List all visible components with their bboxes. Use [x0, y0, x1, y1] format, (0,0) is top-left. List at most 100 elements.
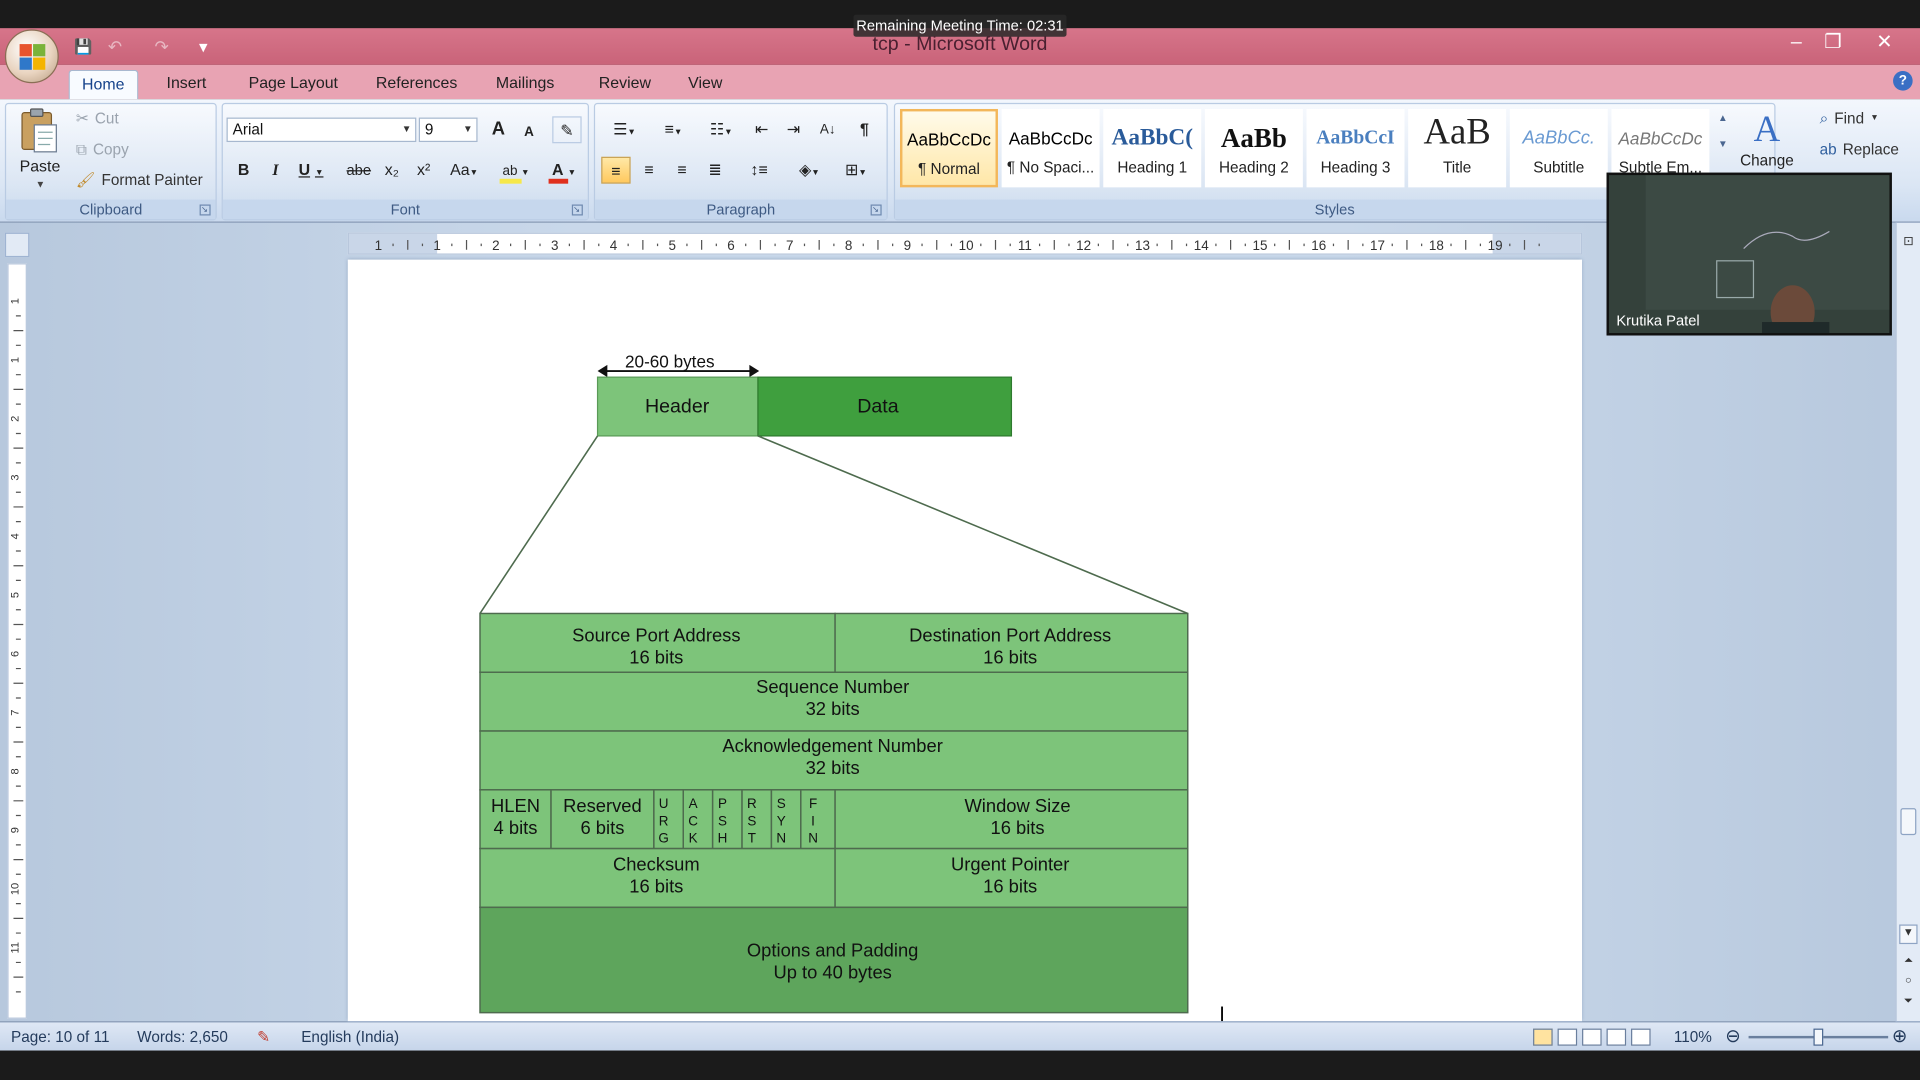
- shrink-font-button[interactable]: A: [516, 119, 543, 146]
- scroll-thumb[interactable]: [1900, 808, 1917, 836]
- tab-insert[interactable]: Insert: [154, 70, 218, 99]
- subscript-button[interactable]: x₂: [377, 157, 406, 184]
- proofing-icon[interactable]: ✎: [257, 1022, 270, 1051]
- ruler-tick-label: 9: [904, 238, 911, 253]
- full-screen-reading-icon[interactable]: [1557, 1028, 1578, 1046]
- flag-fin-letter: F: [809, 796, 817, 811]
- participant-video[interactable]: Krutika Patel: [1606, 172, 1892, 336]
- scroll-down-icon[interactable]: ▼: [1899, 924, 1918, 945]
- previous-page-icon[interactable]: ⏶: [1899, 954, 1917, 971]
- tab-references[interactable]: References: [364, 70, 470, 99]
- style-heading-1[interactable]: AaBbC( Heading 1: [1103, 108, 1202, 188]
- multilevel-list-button[interactable]: ☷▼: [700, 116, 742, 143]
- style-heading-2[interactable]: AaBb Heading 2: [1204, 108, 1303, 188]
- web-layout-icon[interactable]: [1582, 1028, 1602, 1046]
- word-count[interactable]: Words: 2,650: [137, 1022, 228, 1051]
- align-center-button[interactable]: ≡: [634, 157, 663, 184]
- close-button[interactable]: ✕: [1864, 29, 1906, 56]
- participant-name: Krutika Patel: [1616, 312, 1700, 330]
- options-name: Options and Padding: [747, 939, 918, 960]
- style-sample: AaBbCcI: [1316, 127, 1395, 149]
- tab-page-layout[interactable]: Page Layout: [236, 70, 350, 99]
- style-heading-3[interactable]: AaBbCcI Heading 3: [1306, 108, 1405, 188]
- view-ruler-icon[interactable]: ⊡: [1899, 235, 1917, 252]
- styles-scroll-down-icon[interactable]: ▼: [1714, 138, 1731, 160]
- paint-bucket-icon: ◈: [799, 160, 812, 179]
- shading-button[interactable]: ◈▼: [789, 157, 831, 184]
- restore-button[interactable]: ❐: [1812, 29, 1854, 56]
- bold-button[interactable]: B: [230, 157, 257, 184]
- ruler-tick-label: 16: [1311, 238, 1326, 253]
- draft-icon[interactable]: [1631, 1028, 1651, 1046]
- zoom-out-icon[interactable]: ⊖: [1725, 1022, 1740, 1051]
- paragraph-launcher-icon[interactable]: ↘: [870, 204, 882, 216]
- next-page-icon[interactable]: ⏷: [1899, 994, 1917, 1011]
- binoculars-icon: ⌕: [1819, 110, 1829, 128]
- change-styles-button[interactable]: A Change: [1736, 108, 1797, 181]
- tab-selector-icon[interactable]: [4, 232, 30, 258]
- show-formatting-button[interactable]: ¶: [850, 116, 879, 143]
- select-browse-object-icon[interactable]: ○: [1899, 973, 1917, 990]
- superscript-button[interactable]: x²: [409, 157, 438, 184]
- vertical-ruler[interactable]: 11234567891011: [7, 263, 27, 1019]
- tab-view[interactable]: View: [676, 70, 735, 99]
- style-sample: AaBbCcDc: [907, 129, 991, 150]
- document-page[interactable]: 20-60 bytes Header Data Source Port Addr…: [347, 259, 1583, 1022]
- style-normal[interactable]: AaBbCcDc ¶ Normal: [900, 108, 998, 188]
- font-color-button[interactable]: A ▼: [541, 157, 583, 184]
- underline-button[interactable]: U ▼: [294, 157, 328, 184]
- line-spacing-button[interactable]: ↕≡: [738, 157, 780, 184]
- replace-button[interactable]: ab Replace: [1820, 137, 1899, 161]
- paste-icon[interactable]: [20, 108, 59, 155]
- zoom-slider-thumb[interactable]: [1813, 1028, 1824, 1046]
- style-no-spacing[interactable]: AaBbCcDc ¶ No Spaci...: [1001, 108, 1100, 188]
- style-subtitle[interactable]: AaBbCc. Subtitle: [1509, 108, 1608, 188]
- clear-formatting-button[interactable]: ✎: [552, 116, 582, 144]
- increase-indent-button[interactable]: ⇥: [779, 116, 808, 143]
- italic-button[interactable]: I: [262, 157, 289, 184]
- zoom-in-icon[interactable]: ⊕: [1892, 1022, 1907, 1051]
- strikethrough-button[interactable]: abe: [343, 157, 375, 184]
- cut-button[interactable]: ✂ Cut: [76, 107, 119, 131]
- print-layout-icon[interactable]: [1533, 1028, 1553, 1046]
- clipboard-launcher-icon[interactable]: ↘: [199, 204, 211, 216]
- office-button[interactable]: [4, 29, 59, 84]
- align-left-button[interactable]: ≡: [601, 156, 631, 184]
- minimize-button[interactable]: –: [1776, 29, 1818, 56]
- decrease-indent-button[interactable]: ⇤: [747, 116, 776, 143]
- outline-icon[interactable]: [1606, 1028, 1627, 1046]
- paste-button[interactable]: Paste: [20, 157, 61, 175]
- font-name-combo[interactable]: Arial ▼: [226, 117, 417, 143]
- tab-home[interactable]: Home: [68, 69, 138, 100]
- ack-bits: 32 bits: [806, 757, 860, 778]
- chevron-down-icon: ▼: [462, 123, 473, 135]
- tab-review[interactable]: Review: [587, 70, 664, 99]
- numbering-button[interactable]: ≡▼: [651, 116, 695, 143]
- copy-button[interactable]: ⧉ Copy: [76, 137, 129, 161]
- vertical-scrollbar[interactable]: ▼ ⏶ ○ ⏷ ⊡: [1895, 222, 1920, 1022]
- ruler-tick-label: 1: [433, 238, 440, 253]
- help-icon[interactable]: ?: [1893, 71, 1913, 91]
- find-button[interactable]: ⌕ Find ▼: [1820, 107, 1879, 131]
- sort-button[interactable]: A↓: [813, 116, 842, 143]
- highlight-button[interactable]: ab ▼: [492, 157, 536, 184]
- style-title[interactable]: AaB Title: [1408, 108, 1507, 188]
- align-right-button[interactable]: ≡: [667, 157, 696, 184]
- grow-font-button[interactable]: A: [485, 116, 512, 143]
- paste-dropdown-icon[interactable]: ▼: [36, 179, 46, 190]
- justify-button[interactable]: ≣: [700, 157, 729, 184]
- styles-scroll-up-icon[interactable]: ▲: [1714, 113, 1731, 135]
- language[interactable]: English (India): [301, 1022, 399, 1051]
- horizontal-ruler[interactable]: 1 1 2 3 4 5 6 7 8 9 10 11 12 13 14 15 16 17 18 19: [347, 232, 1583, 255]
- page-count[interactable]: Page: 10 of 11: [11, 1022, 109, 1051]
- tab-mailings[interactable]: Mailings: [484, 70, 567, 99]
- borders-button[interactable]: ⊞▼: [835, 157, 877, 184]
- change-case-button[interactable]: Aa▼: [443, 157, 485, 184]
- format-painter-button[interactable]: 🖌 Format Painter: [76, 168, 203, 192]
- superscript-icon: x²: [417, 160, 431, 179]
- flag-ack-letter: C: [688, 813, 698, 828]
- font-size-combo[interactable]: 9 ▼: [418, 117, 478, 143]
- bullets-button[interactable]: ☰▼: [602, 116, 646, 143]
- zoom-level[interactable]: 110%: [1674, 1022, 1712, 1051]
- font-launcher-icon[interactable]: ↘: [571, 204, 583, 216]
